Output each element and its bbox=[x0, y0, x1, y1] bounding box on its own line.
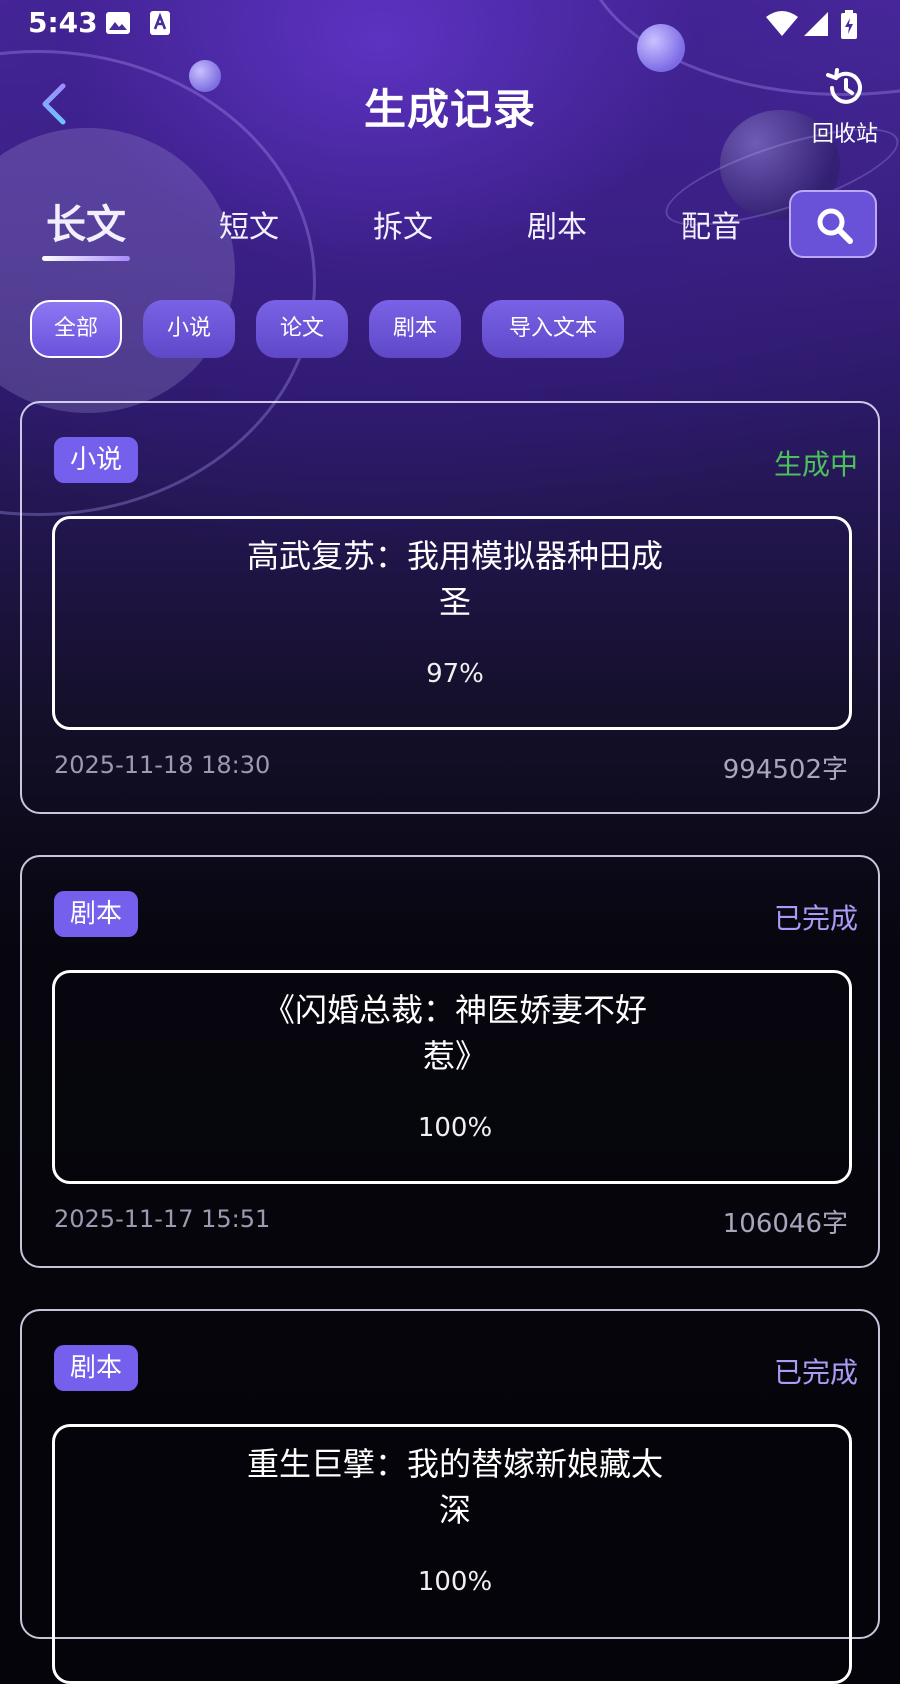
filter-script[interactable]: 剧本 bbox=[369, 300, 461, 358]
record-word-count: 106046字 bbox=[722, 1209, 848, 1239]
record-title-line: 高武复苏：我用模拟器种田成 bbox=[246, 537, 663, 575]
record-date: 2025-11-18 18:30 bbox=[54, 751, 271, 779]
status-time: 5:43 bbox=[28, 6, 98, 39]
record-tag: 剧本 bbox=[54, 891, 139, 937]
recycle-bin-label: 回收站 bbox=[811, 122, 878, 147]
record-tag: 剧本 bbox=[54, 1345, 139, 1391]
tab-dubbing[interactable]: 配音 bbox=[681, 202, 741, 246]
search-button[interactable] bbox=[789, 190, 877, 258]
record-card[interactable]: 剧本 已完成 重生巨擘：我的替嫁新娘藏太 深 100% bbox=[20, 1309, 880, 1684]
record-date: 2025-11-17 15:51 bbox=[54, 1205, 271, 1233]
record-progress: 100% bbox=[417, 1113, 493, 1143]
record-content-box: 《闪婚总裁：神医娇妻不好 惹》 100% bbox=[52, 970, 852, 1184]
record-content-box: 高武复苏：我用模拟器种田成 圣 97% bbox=[52, 516, 852, 730]
filter-all[interactable]: 全部 bbox=[30, 300, 122, 358]
record-status: 已完成 bbox=[773, 902, 858, 935]
record-title-line: 《闪婚总裁：神医娇妻不好 bbox=[262, 991, 647, 1029]
tab-short-text[interactable]: 短文 bbox=[219, 202, 279, 246]
tab-long-text[interactable]: 长文 bbox=[46, 192, 126, 250]
record-title-line: 惹》 bbox=[422, 1037, 487, 1075]
wifi-icon bbox=[766, 11, 798, 36]
search-icon bbox=[817, 208, 853, 244]
record-progress: 97% bbox=[426, 659, 484, 689]
record-progress: 100% bbox=[417, 1567, 493, 1597]
record-word-count: 994502字 bbox=[722, 755, 848, 785]
status-bar: 5:43 bbox=[0, 0, 900, 50]
record-title-line: 重生巨擘：我的替嫁新娘藏太 bbox=[246, 1445, 663, 1483]
tab-script[interactable]: 剧本 bbox=[527, 202, 587, 246]
record-status: 生成中 bbox=[773, 448, 858, 481]
image-notification-icon bbox=[106, 12, 130, 34]
category-tabs: 长文 短文 拆文 剧本 配音 bbox=[0, 192, 900, 272]
record-card[interactable]: 小说 生成中 高武复苏：我用模拟器种田成 圣 97% 2025-11-18 18… bbox=[20, 401, 880, 814]
filter-chips: 全部 小说 论文 剧本 导入文本 bbox=[0, 300, 900, 360]
record-status: 已完成 bbox=[773, 1356, 858, 1389]
filter-paper[interactable]: 论文 bbox=[256, 300, 348, 358]
record-tag: 小说 bbox=[54, 437, 139, 483]
tab-split-text[interactable]: 拆文 bbox=[373, 202, 433, 246]
record-title: 高武复苏：我用模拟器种田成 圣 bbox=[205, 533, 705, 625]
record-title: 《闪婚总裁：神医娇妻不好 惹》 bbox=[205, 987, 705, 1079]
record-content-box: 重生巨擘：我的替嫁新娘藏太 深 100% bbox=[52, 1424, 852, 1684]
active-tab-indicator bbox=[42, 256, 130, 261]
filter-imported-text[interactable]: 导入文本 bbox=[482, 300, 624, 358]
recycle-bin-button[interactable]: 回收站 bbox=[800, 66, 890, 148]
filter-novel[interactable]: 小说 bbox=[143, 300, 235, 358]
signal-icon bbox=[804, 12, 828, 36]
record-title-line: 圣 bbox=[438, 583, 471, 621]
record-title-line: 深 bbox=[438, 1491, 471, 1529]
app-notification-icon bbox=[150, 11, 170, 35]
record-title: 重生巨擘：我的替嫁新娘藏太 深 bbox=[205, 1441, 705, 1533]
history-icon bbox=[826, 68, 862, 104]
record-card[interactable]: 剧本 已完成 《闪婚总裁：神医娇妻不好 惹》 100% 2025-11-17 1… bbox=[20, 855, 880, 1268]
page-title: 生成记录 bbox=[363, 85, 536, 134]
battery-icon bbox=[841, 10, 857, 39]
